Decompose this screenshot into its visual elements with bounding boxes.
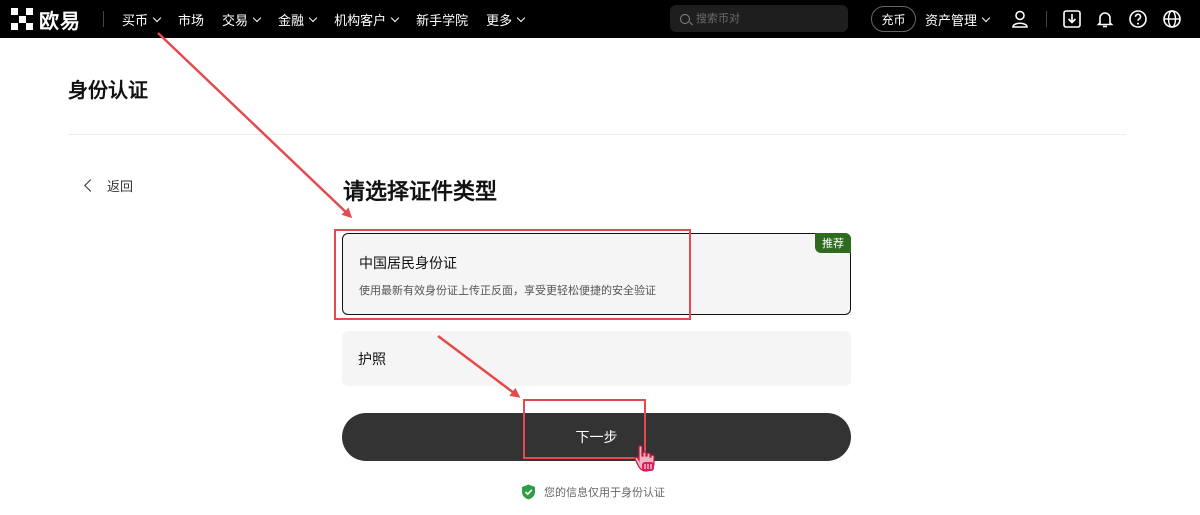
search-input[interactable]: [696, 12, 836, 25]
globe-icon[interactable]: [1162, 9, 1182, 29]
nav-item-institutional[interactable]: 机构客户: [334, 10, 400, 29]
nav-item-more[interactable]: 更多: [486, 10, 526, 29]
nav-item-trade[interactable]: 交易: [222, 10, 262, 29]
shield-check-icon: [522, 484, 535, 500]
nav-item-markets[interactable]: 市场: [178, 10, 204, 29]
section-divider: [68, 134, 1126, 135]
chevron-down-icon: [390, 13, 400, 22]
hand-cursor-icon: [634, 445, 655, 472]
deposit-button[interactable]: 充币: [871, 6, 916, 32]
nav-item-label: 市场: [178, 13, 205, 29]
section-heading: 请选择证件类型: [343, 180, 498, 205]
option-passport[interactable]: 护照: [342, 331, 851, 386]
assets-menu[interactable]: 资产管理: [925, 0, 991, 38]
chevron-down-icon: [252, 13, 262, 22]
nav-item-academy[interactable]: 新手学院: [416, 10, 468, 29]
bell-icon[interactable]: [1095, 9, 1115, 29]
nav-item-label: 更多: [486, 13, 513, 29]
nav-item-label: 买币: [122, 13, 149, 29]
logo-icon: [11, 8, 33, 30]
nav-item-buy-crypto[interactable]: 买币: [122, 10, 162, 29]
chevron-left-icon: [84, 179, 97, 192]
brand-name: 欧易: [39, 8, 81, 33]
annotation-highlight-box: [334, 229, 691, 320]
nav-item-label: 新手学院: [416, 13, 469, 29]
top-nav-bar: 欧易 买币 市场 交易 金融 机构客户 新手学院 更多 充币 资产管理: [0, 0, 1200, 38]
option-title: 护照: [358, 352, 386, 368]
search-icon: [680, 13, 690, 24]
chevron-down-icon: [981, 13, 991, 22]
page-title: 身份认证: [68, 78, 148, 102]
chevron-down-icon: [516, 13, 526, 22]
nav-item-finance[interactable]: 金融: [278, 10, 318, 29]
assets-label: 资产管理: [925, 13, 978, 29]
nav-item-label: 金融: [278, 13, 305, 29]
nav-divider: [1046, 11, 1047, 27]
privacy-note: 您的信息仅用于身份认证: [521, 484, 665, 500]
chevron-down-icon: [152, 13, 162, 22]
recommended-badge: 推荐: [815, 233, 851, 253]
brand-logo[interactable]: 欧易: [11, 7, 81, 33]
annotation-arrow: [157, 32, 353, 219]
search-box[interactable]: [670, 5, 848, 32]
back-label: 返回: [107, 180, 134, 195]
privacy-text: 您的信息仅用于身份认证: [544, 486, 665, 499]
download-icon[interactable]: [1062, 9, 1082, 29]
user-icon[interactable]: [1010, 9, 1030, 29]
nav-item-label: 交易: [222, 13, 249, 29]
help-icon[interactable]: [1128, 9, 1148, 29]
back-link[interactable]: 返回: [82, 176, 133, 195]
annotation-highlight-box: [523, 399, 646, 459]
nav-divider: [103, 11, 104, 27]
chevron-down-icon: [308, 13, 318, 22]
nav-item-label: 机构客户: [334, 13, 387, 29]
main-nav: 买币 市场 交易 金融 机构客户 新手学院 更多: [122, 0, 542, 38]
